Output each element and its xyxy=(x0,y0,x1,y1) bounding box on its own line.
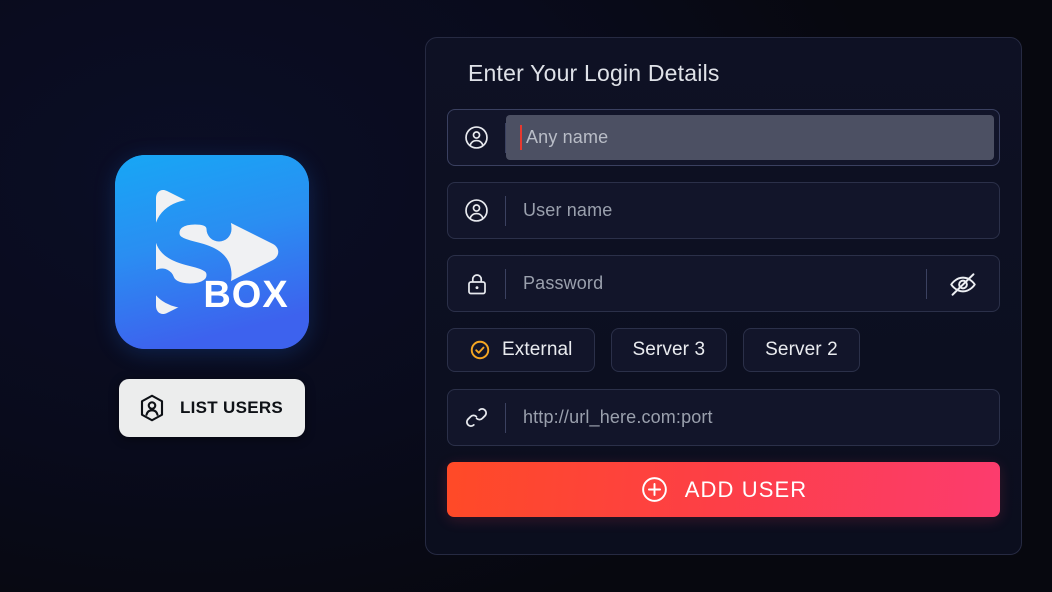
list-users-label: LIST USERS xyxy=(180,398,283,418)
login-details-card: Enter Your Login Details Any name xyxy=(425,37,1022,555)
svg-text:BOX: BOX xyxy=(203,274,288,316)
password-input[interactable]: Password xyxy=(506,256,926,311)
account-circle-icon xyxy=(448,110,505,165)
hexagon-user-icon xyxy=(137,393,167,423)
list-users-button[interactable]: LIST USERS xyxy=(119,379,305,437)
add-user-label: ADD USER xyxy=(685,477,808,503)
server-url-field[interactable]: http://url_here.com:port xyxy=(447,389,1000,446)
any-name-placeholder: Any name xyxy=(526,127,608,148)
server-chip-label: External xyxy=(502,339,573,361)
branding-pane: BOX LIST USERS xyxy=(0,0,424,592)
text-caret xyxy=(520,125,522,150)
server-url-input[interactable]: http://url_here.com:port xyxy=(506,390,999,445)
eye-off-icon[interactable] xyxy=(926,256,999,311)
any-name-input[interactable]: Any name xyxy=(506,115,994,160)
server-chip-server-3[interactable]: Server 3 xyxy=(611,328,728,372)
password-field[interactable]: Password xyxy=(447,255,1000,312)
sbox-logo: BOX xyxy=(115,155,309,349)
user-name-input[interactable]: User name xyxy=(506,183,999,238)
server-chip-label: Server 3 xyxy=(633,339,706,361)
account-circle-icon xyxy=(448,183,505,238)
lock-icon xyxy=(448,256,505,311)
any-name-field[interactable]: Any name xyxy=(447,109,1000,166)
check-circle-icon xyxy=(469,339,491,361)
server-chip-external[interactable]: External xyxy=(447,328,595,372)
plus-circle-icon xyxy=(640,475,669,504)
user-name-field[interactable]: User name xyxy=(447,182,1000,239)
add-user-button[interactable]: ADD USER xyxy=(447,462,1000,517)
app-root: BOX LIST USERS Enter Your Login Details xyxy=(0,0,1052,592)
server-chip-server-2[interactable]: Server 2 xyxy=(743,328,860,372)
server-selector: External Server 3 Server 2 xyxy=(447,328,1000,372)
server-chip-label: Server 2 xyxy=(765,339,838,361)
broken-link-icon xyxy=(448,390,505,445)
card-title: Enter Your Login Details xyxy=(468,60,1000,87)
